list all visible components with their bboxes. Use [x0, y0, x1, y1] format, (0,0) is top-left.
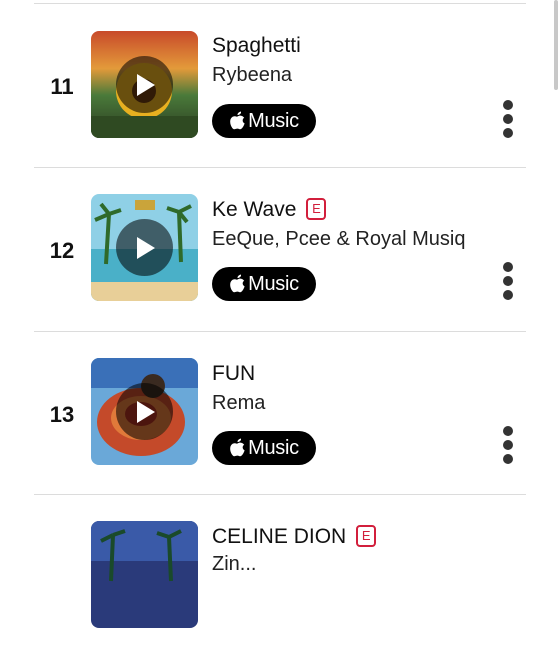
- apple-music-button[interactable]: Music: [212, 267, 316, 301]
- play-icon: [136, 73, 155, 96]
- play-button[interactable]: [116, 219, 173, 276]
- album-art[interactable]: [91, 358, 198, 465]
- track-title[interactable]: Ke Wave E: [212, 198, 327, 222]
- apple-music-button[interactable]: Music: [212, 431, 316, 465]
- play-button[interactable]: [116, 383, 173, 440]
- play-icon: [136, 236, 155, 259]
- track-title[interactable]: Spaghetti: [212, 34, 301, 58]
- album-art[interactable]: [91, 521, 198, 628]
- track-title-text[interactable]: Ke Wave: [212, 198, 296, 221]
- apple-music-label: Music: [248, 272, 299, 295]
- track-row[interactable]: 12 Ke Wave E EeQue, Pcee & Royal Musiq Mu…: [0, 168, 560, 332]
- rank-number: 12: [49, 238, 75, 263]
- album-art[interactable]: [91, 31, 198, 138]
- more-options-icon[interactable]: [498, 426, 518, 464]
- track-artist[interactable]: Zin...: [212, 553, 512, 576]
- track-title-text[interactable]: CELINE DION: [212, 525, 346, 548]
- track-row[interactable]: CELINE DION E Zin...: [0, 495, 560, 659]
- track-title[interactable]: CELINE DION E: [212, 525, 377, 549]
- track-artist[interactable]: EeQue, Pcee & Royal Musiq: [212, 228, 512, 251]
- explicit-badge: E: [356, 525, 377, 547]
- rank-number: 11: [50, 74, 74, 99]
- apple-logo-icon: [230, 111, 245, 130]
- apple-music-label: Music: [248, 109, 299, 132]
- track-row[interactable]: 13 FUN Rema Music: [0, 332, 560, 496]
- apple-logo-icon: [230, 274, 245, 293]
- album-art[interactable]: [91, 194, 198, 301]
- apple-logo-icon: [230, 438, 245, 457]
- rank-number: 13: [49, 402, 75, 427]
- apple-music-label: Music: [248, 436, 299, 459]
- track-artist[interactable]: Rybeena: [212, 64, 512, 87]
- play-button[interactable]: [116, 56, 173, 113]
- track-artist[interactable]: Rema: [212, 392, 512, 415]
- play-icon: [136, 400, 155, 423]
- apple-music-button[interactable]: Music: [212, 104, 316, 138]
- track-title[interactable]: FUN: [212, 362, 255, 386]
- explicit-badge: E: [306, 198, 327, 220]
- more-options-icon[interactable]: [498, 100, 518, 138]
- more-options-icon[interactable]: [498, 262, 518, 300]
- track-row[interactable]: 11 Spaghetti Rybeena Music: [0, 4, 560, 168]
